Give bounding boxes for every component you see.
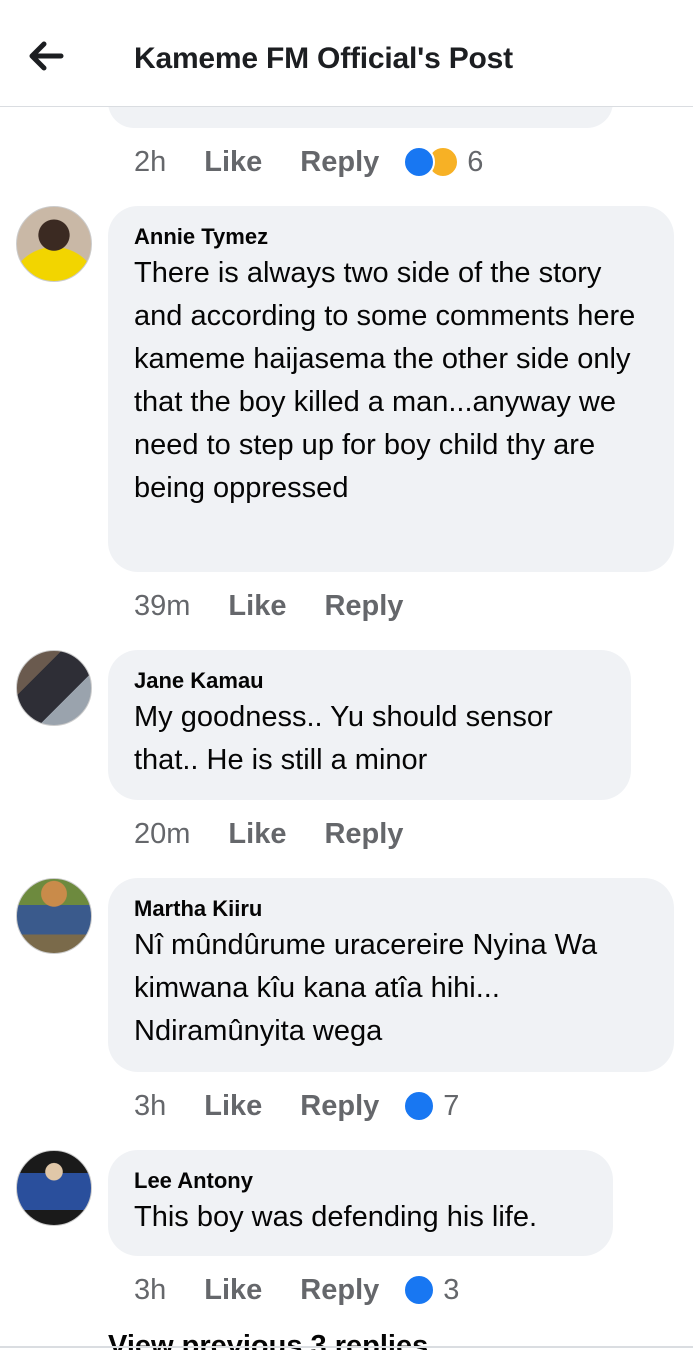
comment-author[interactable]: Annie Tymez [134, 224, 648, 250]
comment-meta: 3h Like Reply 7 [134, 1086, 459, 1126]
reply-button[interactable]: Reply [324, 590, 403, 623]
avatar[interactable] [16, 878, 92, 954]
reaction-summary[interactable]: 6 [403, 146, 483, 179]
page-title: Kameme FM Official's Post [134, 42, 513, 75]
comment-meta: 3h Like Reply 3 [134, 1270, 459, 1310]
divider [0, 1346, 693, 1348]
comment-text: There is always two side of the story an… [134, 257, 636, 504]
comment-author[interactable]: Martha Kiiru [134, 896, 648, 922]
reply-button[interactable]: Reply [300, 146, 379, 179]
like-button[interactable]: Like [228, 590, 286, 623]
comment-time: 3h [134, 1089, 167, 1122]
like-reaction-icon [403, 1090, 436, 1122]
avatar[interactable] [16, 650, 92, 726]
comment-time: 39m [134, 589, 191, 622]
reaction-summary[interactable]: 7 [403, 1090, 459, 1123]
comment-author[interactable]: Lee Antony [134, 1168, 587, 1194]
reaction-summary[interactable]: 3 [403, 1274, 459, 1307]
reaction-count: 3 [443, 1273, 460, 1306]
reply-button[interactable]: Reply [300, 1090, 379, 1123]
avatar[interactable] [16, 1150, 92, 1226]
comment-text: My goodness.. Yu should sensor that.. He… [134, 701, 553, 776]
reply-button[interactable]: Reply [324, 818, 403, 851]
comment-bubble: Annie Tymez There is always two side of … [108, 206, 674, 572]
comment-bubble: Lee Antony This boy was defending his li… [108, 1150, 613, 1256]
comment-meta: 20m Like Reply [134, 814, 403, 854]
arrow-left-icon [29, 41, 64, 71]
like-reaction-icon [403, 146, 436, 178]
comment-author[interactable]: Jane Kamau [134, 668, 605, 694]
comment-bubble: Jane Kamau My goodness.. Yu should senso… [108, 650, 631, 800]
like-button[interactable]: Like [228, 818, 286, 851]
comment-time: 3h [134, 1273, 167, 1306]
comment-meta: 39m Like Reply [134, 586, 403, 626]
back-button[interactable] [22, 36, 70, 76]
comment-text: Nî mûndûrume uracereire Nyina Wa kimwana… [134, 929, 598, 1047]
reaction-count: 6 [467, 145, 484, 178]
like-reaction-icon [403, 1274, 436, 1306]
comment-bubble: Martha Kiiru Nî mûndûrume uracereire Nyi… [108, 878, 674, 1072]
top-bar: Kameme FM Official's Post [0, 0, 693, 107]
avatar[interactable] [16, 206, 92, 282]
comment-text: This boy was defending his life. [134, 1201, 537, 1233]
like-button[interactable]: Like [204, 1090, 262, 1123]
comment-time: 20m [134, 817, 191, 850]
comment-time: 2h [134, 145, 167, 178]
reaction-count: 7 [443, 1089, 460, 1122]
like-button[interactable]: Like [204, 146, 262, 179]
reply-button[interactable]: Reply [300, 1274, 379, 1307]
previous-comment-meta: 2h Like Reply 6 [134, 142, 483, 182]
like-button[interactable]: Like [204, 1274, 262, 1307]
